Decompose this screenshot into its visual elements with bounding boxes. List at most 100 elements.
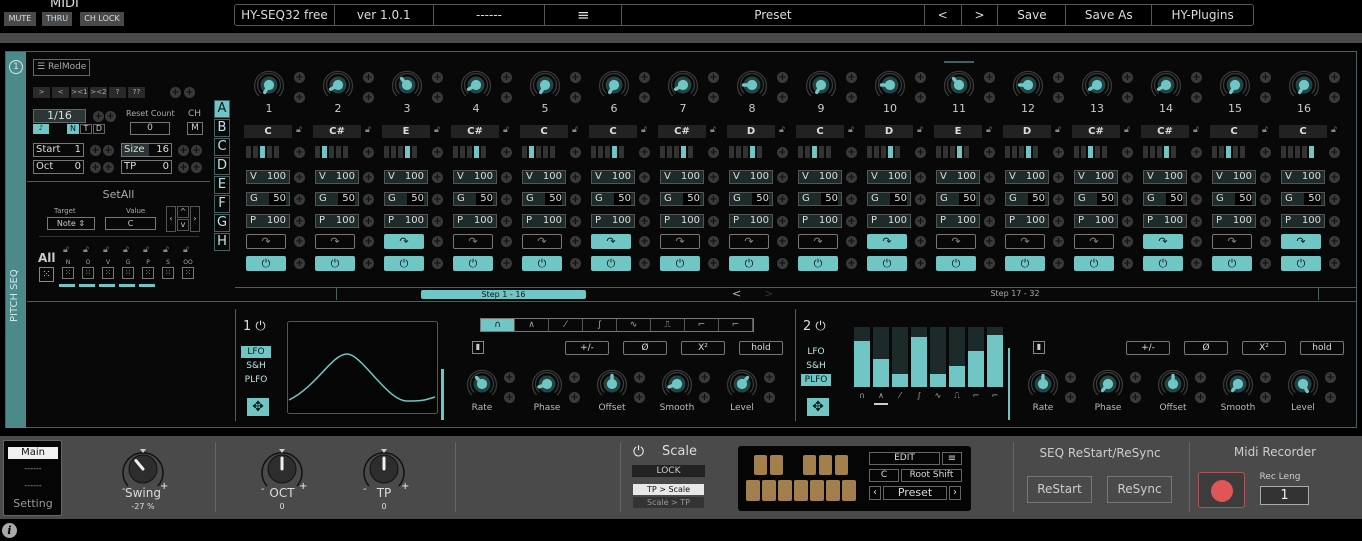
mod-plus-icon[interactable]: +	[984, 194, 995, 205]
lock-icon[interactable]: 🔓︎	[1262, 125, 1272, 137]
pitch-knob[interactable]	[1218, 68, 1252, 105]
dice-all-icon[interactable]: ⁙	[39, 267, 54, 282]
mod-plus-icon[interactable]: +	[1329, 194, 1340, 205]
octave-cell[interactable]	[1302, 146, 1307, 158]
mod-plus-icon[interactable]: +	[634, 372, 645, 383]
step-power-button[interactable]: ⏻	[384, 256, 424, 271]
retrigger-button[interactable]: ↷	[936, 234, 976, 249]
pattern-e[interactable]: E	[214, 176, 230, 194]
mod-plus-icon[interactable]: +	[570, 236, 581, 247]
mod-plus-icon[interactable]: +	[708, 194, 719, 205]
mod-plus-icon[interactable]: +	[708, 92, 719, 103]
mod-plus-icon[interactable]: +	[639, 194, 650, 205]
shape-glyph[interactable]: ∫	[911, 391, 927, 400]
dice-icon[interactable]: ⁙	[142, 267, 154, 279]
mod-plus-icon[interactable]: +	[1260, 172, 1271, 183]
octave-cell[interactable]	[688, 146, 693, 158]
step-v-field[interactable]: V 100	[315, 170, 359, 184]
note-field[interactable]: C	[520, 125, 568, 138]
step-page-2[interactable]: Step 17 - 32	[935, 289, 1095, 298]
metronome-button[interactable]: ♪	[33, 124, 49, 134]
lfo-knob-rate[interactable]	[1026, 367, 1060, 404]
mod-plus-icon[interactable]: +	[501, 72, 512, 83]
mod-plus-icon[interactable]: +	[708, 147, 719, 158]
mod-plus-icon[interactable]: +	[1195, 392, 1206, 403]
mod-plus-icon[interactable]: +	[915, 216, 926, 227]
octave-selector[interactable]	[1005, 146, 1038, 158]
octave-cell[interactable]	[405, 146, 410, 158]
step-power-button[interactable]: ⏻	[1212, 256, 1252, 271]
lock-icon[interactable]: 🔓︎	[143, 245, 149, 255]
octave-cell[interactable]	[895, 146, 900, 158]
step-power-button[interactable]: ⏻	[522, 256, 562, 271]
mod-plus-icon[interactable]: +	[363, 258, 374, 269]
thru-button[interactable]: THRU	[42, 12, 72, 26]
white-key[interactable]	[794, 480, 808, 501]
octave-cell[interactable]	[729, 146, 734, 158]
retrigger-button[interactable]: ↷	[384, 234, 424, 249]
mod-plus-icon[interactable]: +	[1191, 147, 1202, 158]
oct-knob[interactable]	[259, 446, 303, 490]
mod-plus-icon[interactable]: +	[846, 194, 857, 205]
value-field[interactable]: C	[105, 217, 156, 230]
lock-icon[interactable]: 🔓︎	[123, 245, 129, 255]
mod-plus-icon[interactable]: +	[699, 372, 710, 383]
retrigger-button[interactable]: ↷	[246, 234, 286, 249]
lfo-knob-rate[interactable]	[465, 367, 499, 404]
bar-value[interactable]	[968, 351, 984, 387]
octave-cell[interactable]	[619, 146, 624, 158]
octave-cell[interactable]	[1095, 146, 1100, 158]
mod-plus-icon[interactable]: +	[708, 258, 719, 269]
note-field[interactable]: C	[1279, 125, 1327, 138]
lfo-1-mode-plfo[interactable]: PLFO	[241, 374, 271, 386]
mod-plus-icon[interactable]: +	[1122, 92, 1133, 103]
mod-plus-icon[interactable]: +	[90, 145, 101, 156]
pitch-knob[interactable]	[252, 68, 286, 105]
lock-icon[interactable]: 🔓︎	[183, 245, 189, 255]
mod-plus-icon[interactable]: +	[1329, 258, 1340, 269]
mod-plus-icon[interactable]: +	[777, 216, 788, 227]
lfo-1-mode-sh[interactable]: S&H	[241, 360, 271, 372]
setall-right-button[interactable]: ›	[190, 206, 200, 232]
step-power-button[interactable]: ⏻	[729, 256, 769, 271]
rate-type-t[interactable]: T	[80, 124, 92, 134]
direction-button-5[interactable]: ??	[128, 87, 145, 98]
scale-lock-button[interactable]: LOCK	[632, 465, 705, 477]
mod-plus-icon[interactable]: +	[1329, 216, 1340, 227]
octave-cell[interactable]	[529, 146, 534, 158]
retrigger-button[interactable]: ↷	[453, 234, 493, 249]
power-icon[interactable]: ⏻	[815, 319, 825, 334]
lfo-knob-offset[interactable]	[1156, 367, 1190, 404]
mod-plus-icon[interactable]: +	[501, 92, 512, 103]
mod-plus-icon[interactable]: +	[1130, 392, 1141, 403]
note-field[interactable]: C#	[1072, 125, 1120, 138]
mod-plus-icon[interactable]: +	[570, 92, 581, 103]
mod-plus-icon[interactable]: +	[846, 216, 857, 227]
octave-cell[interactable]	[950, 146, 955, 158]
mod-plus-icon[interactable]: +	[294, 194, 305, 205]
note-field[interactable]: C	[796, 125, 844, 138]
note-field[interactable]: E	[934, 125, 982, 138]
octave-cell[interactable]	[543, 146, 548, 158]
step-g-field[interactable]: G 50	[246, 192, 290, 206]
retrigger-button[interactable]: ↷	[867, 234, 907, 249]
step-g-field[interactable]: G 50	[798, 192, 842, 206]
pitch-knob[interactable]	[1080, 68, 1114, 105]
mod-plus-icon[interactable]: +	[569, 392, 580, 403]
lock-icon[interactable]: 🔓︎	[1193, 125, 1203, 137]
mod-plus-icon[interactable]: +	[915, 172, 926, 183]
mod-plus-icon[interactable]: +	[1053, 194, 1064, 205]
step-g-field[interactable]: G 50	[1143, 192, 1187, 206]
step-power-button[interactable]: ⏻	[315, 256, 355, 271]
step-p-field[interactable]: P 100	[1074, 214, 1118, 228]
mod-plus-icon[interactable]: +	[570, 258, 581, 269]
retrigger-button[interactable]: ↷	[522, 234, 562, 249]
mod-plus-icon[interactable]: +	[432, 236, 443, 247]
lfo-knob-smooth[interactable]	[660, 367, 694, 404]
octave-cell[interactable]	[1164, 146, 1169, 158]
note-field[interactable]: C#	[658, 125, 706, 138]
step-p-field[interactable]: P 100	[936, 214, 980, 228]
octave-cell[interactable]	[598, 146, 603, 158]
octave-cell[interactable]	[1074, 146, 1079, 158]
octave-selector[interactable]	[867, 146, 900, 158]
